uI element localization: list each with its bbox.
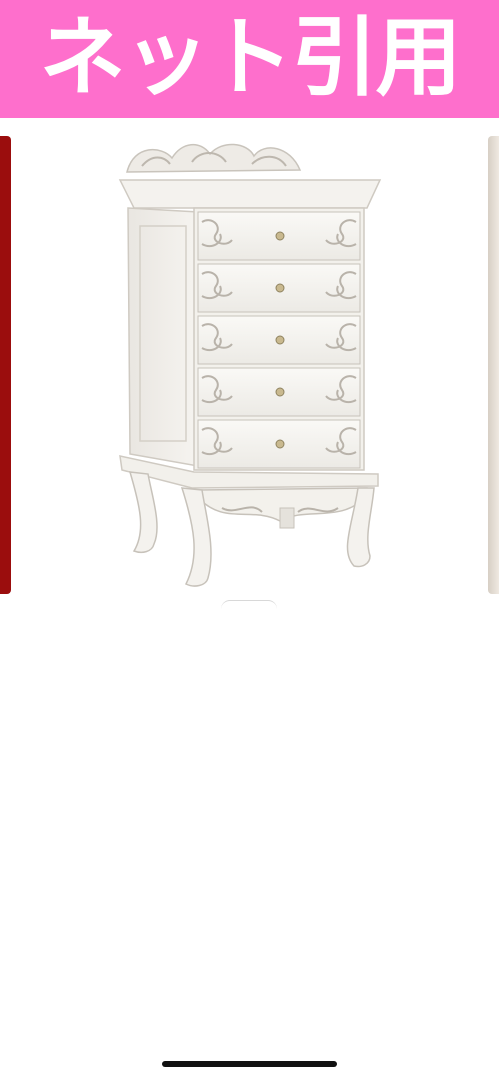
chest-of-drawers-image <box>118 143 382 587</box>
image-carousel[interactable] <box>0 136 499 594</box>
page-indicator-arc-icon <box>221 600 277 609</box>
previous-slide-peek[interactable] <box>0 136 11 594</box>
next-slide-peek[interactable] <box>488 136 499 594</box>
spacer <box>0 118 499 136</box>
product-image[interactable] <box>22 136 482 594</box>
banner-label: ネット引用 <box>39 8 462 108</box>
quote-banner: ネット引用 <box>0 0 499 118</box>
home-indicator-bar[interactable] <box>162 1061 337 1067</box>
